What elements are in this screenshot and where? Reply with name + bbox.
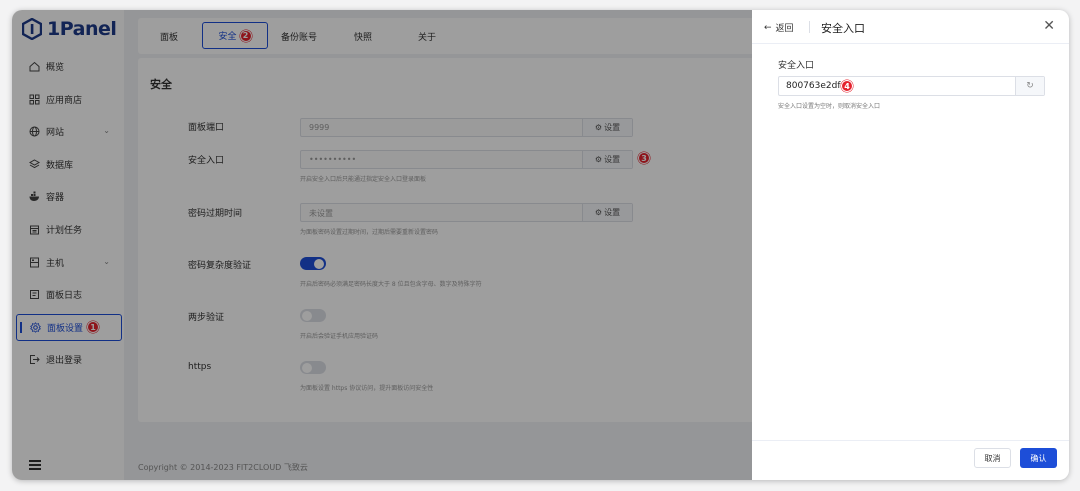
logo-text: 1Panel: [47, 18, 117, 40]
sidebar-item-label: 应用商店: [46, 95, 83, 106]
sidebar-item-website[interactable]: 网站 ⌄: [16, 118, 122, 146]
password-expire-field[interactable]: 未设置 ⚙ 设置: [300, 203, 633, 222]
panel-port-set-button[interactable]: ⚙ 设置: [582, 119, 632, 136]
sidebar-item-panel-log[interactable]: 面板日志: [16, 281, 122, 309]
security-entrance-field-label: 安全入口: [778, 61, 815, 71]
password-expire-value: 未设置: [309, 209, 333, 218]
two-step-toggle[interactable]: [300, 309, 326, 322]
drawer-header: ← 返回 安全入口 ✕: [752, 10, 1069, 44]
gear-icon: ⚙: [594, 208, 603, 217]
password-complexity-toggle[interactable]: [300, 257, 326, 270]
chevron-down-icon: ⌄: [103, 256, 110, 266]
sidebar-item-label: 概览: [46, 63, 65, 73]
step-badge-2: 2: [239, 29, 252, 42]
globe-icon: [29, 126, 40, 137]
arrow-left-icon: ←: [764, 22, 772, 33]
sidebar-item-logout[interactable]: 退出登录: [16, 346, 122, 374]
password-expire-hint: 为面板密码设置过期时间，过期后需要重新设置密码: [300, 229, 439, 236]
tab-security[interactable]: 安全 2: [202, 22, 268, 49]
security-entrance-drawer: ← 返回 安全入口 ✕ 安全入口 800763e2df 4 ↻ 安全入口设置为空…: [752, 10, 1069, 480]
home-icon: [29, 61, 40, 72]
sidebar-item-label: 退出登录: [46, 356, 83, 367]
security-entrance-input-value: 800763e2df: [786, 81, 841, 91]
cancel-button[interactable]: 取消: [974, 448, 1011, 468]
sidebar-item-label: 容器: [46, 193, 65, 204]
sidebar-item-database[interactable]: 数据库: [16, 150, 122, 178]
panel-port-label: 面板端口: [188, 123, 225, 133]
sidebar-item-panel-settings[interactable]: 面板设置 1: [16, 313, 122, 341]
two-step-label: 两步验证: [188, 313, 225, 323]
password-complexity-label: 密码复杂度验证: [188, 261, 252, 271]
refresh-icon[interactable]: ↻: [1015, 77, 1044, 95]
layers-icon: [29, 159, 40, 170]
security-entrance-label: 安全入口: [188, 156, 225, 166]
security-entrance-set-button[interactable]: ⚙ 设置: [582, 151, 632, 168]
gear-icon: [30, 321, 41, 333]
step-badge-1: 1: [87, 321, 100, 334]
drawer-footer: 取消 确认: [752, 440, 1069, 480]
https-hint: 为面板设置 https 协议访问，提升面板访问安全性: [300, 385, 434, 392]
sidebar: 1Panel 概览 应用商店 网站 ⌄ 数据库 容器 计划任务 主机 ⌄ 面板日…: [12, 10, 124, 480]
tab-snapshot[interactable]: 快照: [354, 30, 372, 43]
menu-toggle-icon[interactable]: [29, 460, 41, 470]
password-expire-set-button[interactable]: ⚙ 设置: [582, 204, 632, 221]
confirm-button[interactable]: 确认: [1020, 448, 1057, 468]
drawer-title: 安全入口: [821, 22, 865, 35]
security-entrance-input[interactable]: 800763e2df 4 ↻: [778, 76, 1045, 96]
sidebar-item-label: 主机: [46, 258, 65, 269]
sidebar-nav: 概览 应用商店 网站 ⌄ 数据库 容器 计划任务 主机 ⌄ 面板日志 面板设置 …: [16, 53, 122, 379]
password-complexity-hint: 开启后密码必须满足密码长度大于 8 位且包含字母、数字及特殊字符: [300, 281, 482, 288]
panel-port-field[interactable]: 9999 ⚙ 设置: [300, 118, 633, 137]
log-icon: [29, 289, 40, 300]
step-badge-4: 4: [841, 80, 853, 92]
security-entrance-hint: 开启安全入口后只能通过指定安全入口登录面板: [300, 176, 427, 183]
docker-icon: [29, 191, 40, 202]
sidebar-item-label: 面板设置: [47, 323, 84, 334]
back-button[interactable]: ← 返回: [764, 21, 794, 35]
tab-panel[interactable]: 面板: [160, 30, 178, 43]
app-window: 1Panel 概览 应用商店 网站 ⌄ 数据库 容器 计划任务 主机 ⌄ 面板日…: [12, 10, 1069, 480]
sidebar-item-label: 计划任务: [46, 225, 83, 236]
sidebar-item-overview[interactable]: 概览: [16, 53, 122, 80]
gear-icon: ⚙: [594, 123, 603, 132]
password-expire-label: 密码过期时间: [188, 209, 243, 219]
divider: [809, 21, 810, 33]
logo: 1Panel: [22, 16, 117, 42]
https-label: https: [188, 362, 212, 372]
sidebar-item-container[interactable]: 容器: [16, 183, 122, 211]
calendar-icon: [29, 224, 40, 235]
grid-icon: [29, 94, 40, 105]
https-toggle[interactable]: [300, 361, 326, 374]
sidebar-item-cron[interactable]: 计划任务: [16, 215, 122, 243]
security-entrance-field[interactable]: •••••••••• ⚙ 设置: [300, 150, 633, 169]
active-indicator: [20, 321, 22, 333]
step-badge-3: 3: [638, 152, 650, 164]
two-step-hint: 开启后会验证手机应用验证码: [300, 333, 379, 340]
tab-label: 安全: [218, 32, 237, 42]
footer-copyright: Copyright © 2014-2023 FIT2CLOUD 飞致云: [138, 463, 308, 472]
sidebar-item-app-store[interactable]: 应用商店: [16, 85, 122, 113]
security-entrance-hint: 安全入口设置为空时，则取消安全入口: [778, 103, 881, 110]
1panel-logo-icon: [22, 18, 42, 40]
panel-port-value: 9999: [309, 123, 330, 132]
close-icon[interactable]: ✕: [1043, 18, 1055, 34]
sidebar-item-host[interactable]: 主机 ⌄: [16, 248, 122, 276]
tab-backup-account[interactable]: 备份账号: [281, 30, 317, 43]
sidebar-item-label: 数据库: [46, 160, 74, 171]
server-icon: [29, 257, 40, 268]
sidebar-item-label: 网站: [46, 128, 65, 139]
tab-about[interactable]: 关于: [418, 30, 436, 43]
logout-icon: [29, 354, 40, 365]
sidebar-item-label: 面板日志: [46, 291, 83, 302]
page-title: 安全: [150, 78, 172, 91]
security-entrance-value: ••••••••••: [309, 155, 357, 164]
chevron-down-icon: ⌄: [103, 126, 110, 136]
gear-icon: ⚙: [594, 155, 603, 164]
